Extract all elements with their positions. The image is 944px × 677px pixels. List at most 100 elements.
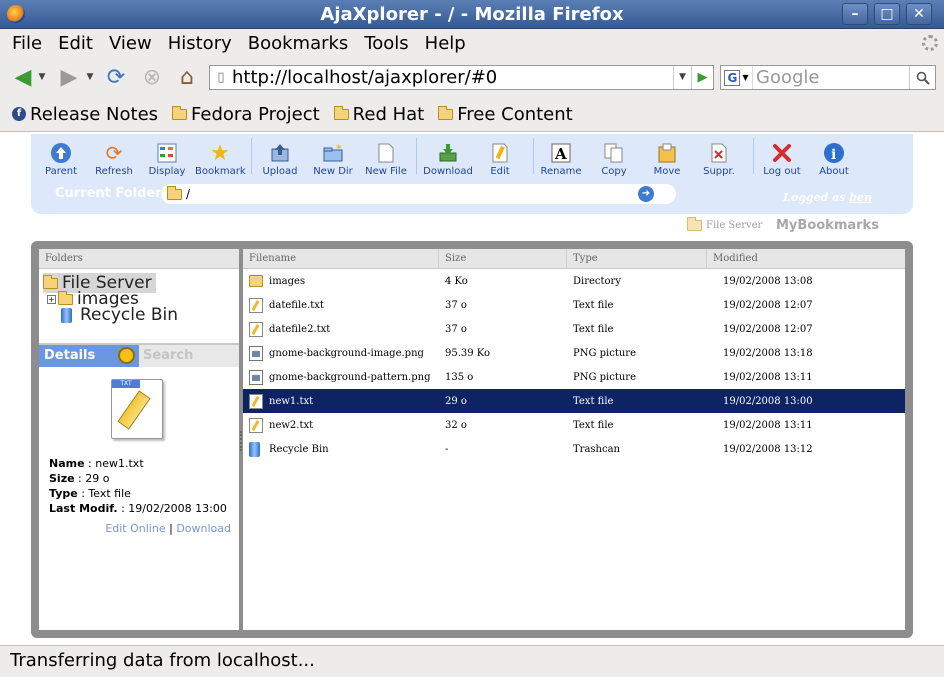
close-window-button[interactable]: ✕: [906, 3, 932, 25]
refresh-button[interactable]: ⟳ Refresh: [89, 141, 139, 177]
maximize-button[interactable]: □: [874, 3, 900, 25]
bookmark-red-hat[interactable]: Red Hat: [333, 104, 424, 125]
rename-button[interactable]: A Rename: [536, 142, 586, 177]
copy-button[interactable]: Copy: [589, 142, 639, 177]
repository-selector[interactable]: File Server: [687, 217, 762, 231]
move-button[interactable]: Move: [642, 142, 692, 177]
text-file-icon: [249, 297, 263, 313]
bookmark-label: Release Notes: [30, 103, 159, 125]
detail-modified: Last Modif. : 19/02/2008 13:00: [49, 502, 227, 515]
gear-icon[interactable]: [118, 347, 135, 364]
url-history-dropdown-icon[interactable]: ▼: [673, 66, 691, 89]
upload-button[interactable]: Upload: [255, 142, 305, 177]
file-row[interactable]: images 4 Ko Directory 19/02/2008 13:08: [243, 269, 905, 293]
menu-edit[interactable]: Edit: [50, 33, 101, 54]
bookmark-free-content[interactable]: Free Content: [438, 104, 573, 125]
detail-size-value: 29 o: [85, 472, 110, 485]
move-icon: [656, 142, 678, 164]
file-row[interactable]: gnome-background-pattern.png 135 o PNG pic…: [243, 365, 905, 389]
upload-icon: [269, 142, 291, 164]
file-modified: 19/02/2008 13:11: [723, 419, 813, 431]
bookmark-release-notes[interactable]: f Release Notes: [12, 104, 158, 125]
edit-button[interactable]: Edit: [475, 142, 525, 177]
folder-icon: [249, 275, 263, 287]
upload-label: Upload: [262, 166, 298, 177]
menu-history[interactable]: History: [160, 33, 240, 54]
bookmark-label: Bookmark: [195, 166, 246, 177]
tree-node-recycle-bin[interactable]: Recycle Bin: [61, 305, 178, 325]
go-arrow-icon[interactable]: ▶: [691, 66, 713, 89]
download-link[interactable]: Download: [176, 522, 231, 535]
file-row[interactable]: datefile.txt 37 o Text file 19/02/2008 12:0…: [243, 293, 905, 317]
new-folder-icon: ✶: [322, 142, 344, 164]
new-file-button[interactable]: New File: [361, 142, 411, 177]
file-modified: 19/02/2008 12:07: [723, 299, 813, 311]
menu-tools[interactable]: Tools: [356, 33, 416, 54]
go-folder-icon[interactable]: ➜: [638, 186, 654, 202]
my-bookmarks-link[interactable]: MyBookmarks: [776, 218, 879, 233]
file-row[interactable]: new1.txt 29 o Text file 19/02/2008 13:00: [243, 389, 905, 413]
column-modified[interactable]: Modified: [707, 249, 905, 269]
file-row[interactable]: datefile2.txt 37 o Text file 19/02/2008 12:…: [243, 317, 905, 341]
file-browser-frame: Folders File Server + images Recycle Bin: [31, 241, 913, 638]
url-bar[interactable]: ▯ http://localhost/ajaxplorer/#0 ▼ ▶: [209, 65, 714, 90]
bookmark-button[interactable]: ★ Bookmark: [195, 141, 246, 178]
menu-view[interactable]: View: [101, 33, 160, 54]
file-size: 95.39 Ko: [445, 347, 491, 359]
file-name-cell: new2.txt: [243, 417, 439, 433]
page-icon: ▯: [217, 70, 225, 85]
delete-button[interactable]: Suppr.: [694, 142, 744, 177]
display-button[interactable]: Display: [142, 142, 192, 177]
back-arrow-icon[interactable]: ◀: [8, 63, 38, 91]
bookmark-fedora-project[interactable]: Fedora Project: [172, 104, 320, 125]
ajaxplorer-action-toolbar: Parent ⟳ Refresh Display ★ Bookmark Uplo…: [31, 134, 913, 214]
web-search-box[interactable]: G ▼ Google: [720, 65, 936, 90]
column-filename[interactable]: Filename: [243, 249, 439, 269]
edit-online-link[interactable]: Edit Online: [105, 522, 165, 535]
reload-icon[interactable]: ⟳: [102, 63, 130, 91]
details-search-input[interactable]: Search: [139, 345, 239, 367]
link-separator: |: [169, 522, 173, 535]
folder-icon: [58, 290, 73, 305]
search-engine-selector[interactable]: G ▼: [721, 66, 753, 89]
column-type[interactable]: Type: [567, 249, 707, 269]
parent-button[interactable]: Parent: [36, 142, 86, 177]
file-size: 32 o: [445, 419, 467, 431]
stop-icon[interactable]: ⊗: [138, 63, 166, 91]
download-button[interactable]: Download: [423, 142, 473, 177]
expand-toggle-icon[interactable]: +: [47, 294, 56, 304]
file-modified: 19/02/2008 12:07: [723, 323, 813, 335]
red-x-icon: [771, 142, 793, 164]
menu-help[interactable]: Help: [417, 33, 474, 54]
file-row[interactable]: Recycle Bin - Trashcan 19/02/2008 13:12: [243, 437, 905, 461]
logged-user-link[interactable]: ben: [849, 191, 872, 204]
info-icon: i: [823, 142, 845, 164]
svg-text:A: A: [554, 145, 567, 163]
url-input[interactable]: http://localhost/ajaxplorer/#0: [232, 67, 673, 88]
magnifier-icon[interactable]: [909, 66, 935, 89]
home-icon[interactable]: ⌂: [173, 63, 201, 91]
about-button[interactable]: i About: [809, 142, 859, 177]
column-size[interactable]: Size: [439, 249, 567, 269]
forward-arrow-icon[interactable]: ▶: [54, 63, 84, 91]
file-row[interactable]: new2.txt 32 o Text file 19/02/2008 13:11: [243, 413, 905, 437]
search-input[interactable]: Google: [753, 67, 909, 88]
file-type: PNG picture: [573, 371, 637, 383]
new-file-label: New File: [365, 166, 407, 177]
forward-history-dropdown-icon[interactable]: ▼: [84, 63, 96, 91]
file-row[interactable]: gnome-background-image.png 95.39 Ko PNG pi…: [243, 341, 905, 365]
detail-type: Type : Text file: [49, 487, 131, 500]
google-icon: G: [724, 69, 741, 86]
about-label: About: [819, 166, 849, 177]
detail-actions: Edit Online | Download: [105, 522, 231, 535]
minimize-button[interactable]: –: [842, 3, 868, 25]
current-folder-input[interactable]: /: [161, 184, 676, 204]
pane-splitter-handle[interactable]: [240, 431, 242, 451]
menu-file[interactable]: File: [4, 33, 50, 54]
file-modified: 19/02/2008 13:08: [723, 275, 813, 287]
copy-icon: [603, 142, 625, 164]
back-history-dropdown-icon[interactable]: ▼: [36, 63, 48, 91]
logout-button[interactable]: Log out: [757, 142, 807, 177]
new-dir-button[interactable]: ✶ New Dir: [308, 142, 358, 177]
menu-bookmarks[interactable]: Bookmarks: [240, 33, 357, 54]
